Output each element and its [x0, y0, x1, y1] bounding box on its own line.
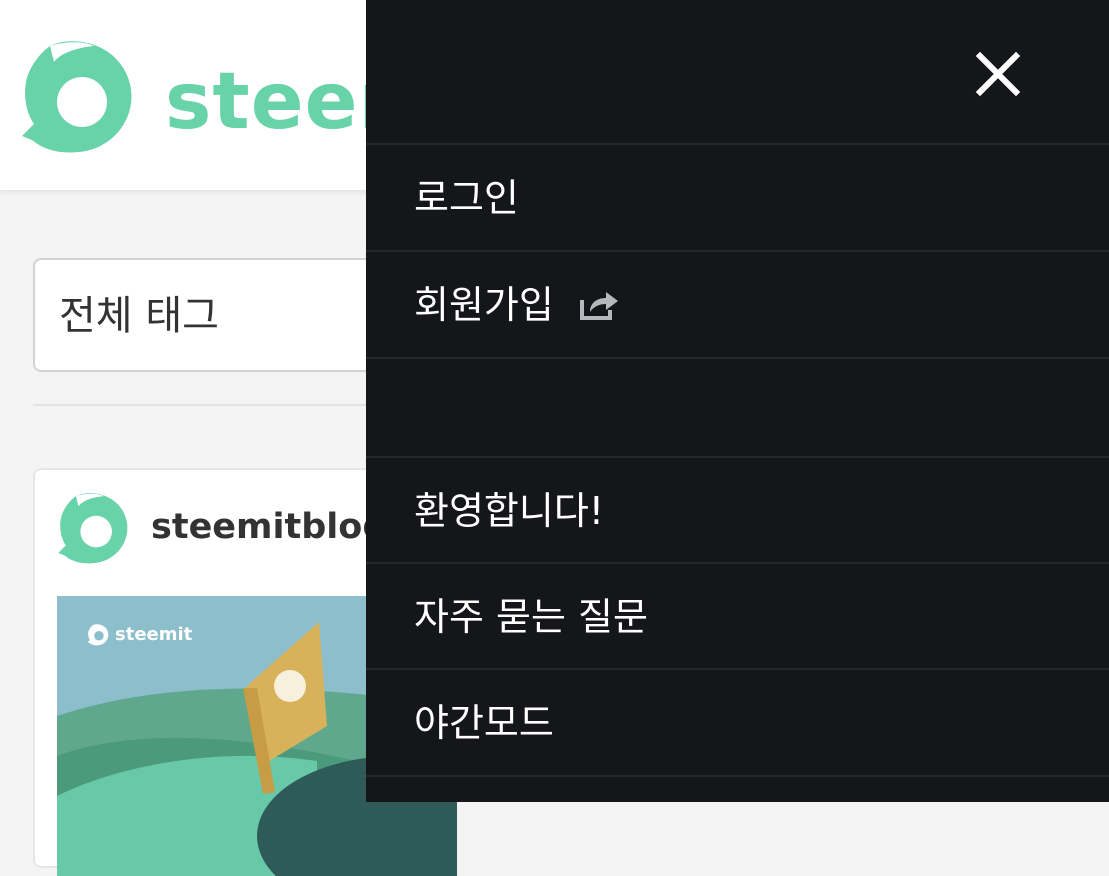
menu-divider [366, 357, 1109, 359]
menu-item-label: 야간모드 [414, 701, 554, 745]
menu-item-label: 자주 묻는 질문 [414, 595, 648, 639]
image-brand-label: steemit [115, 624, 193, 645]
steemit-logo-icon[interactable] [20, 40, 134, 156]
menu-item-faq[interactable]: 자주 묻는 질문 [366, 564, 1109, 670]
tag-filter-value: 전체 태그 [59, 293, 219, 339]
menu-divider [366, 775, 1109, 777]
menu-item-welcome[interactable]: 환영합니다! [366, 458, 1109, 564]
menu-item-night-mode[interactable]: 야간모드 [366, 670, 1109, 776]
menu-item-signup[interactable]: 회원가입 [366, 252, 1109, 358]
menu-item-label: 회원가입 [414, 283, 554, 327]
external-link-icon [578, 288, 620, 322]
close-icon[interactable] [968, 44, 1028, 104]
menu-item-login[interactable]: 로그인 [366, 145, 1109, 251]
menu-item-label: 환영합니다! [414, 489, 605, 533]
post-author[interactable]: steemitblog [151, 504, 387, 550]
menu-item-label: 로그인 [414, 176, 519, 220]
avatar[interactable] [57, 492, 129, 566]
steemit-brand-icon [87, 624, 109, 646]
